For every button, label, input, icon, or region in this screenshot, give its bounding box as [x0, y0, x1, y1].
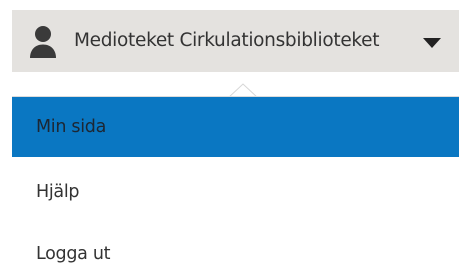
menu-item-min-sida[interactable]: Min sida: [12, 97, 459, 157]
user-icon: [30, 26, 56, 58]
user-menu-screen: Medioteket Cirkulationsbiblioteket Min s…: [0, 0, 459, 278]
menu-item-hjalp[interactable]: Hjälp: [12, 162, 459, 222]
caret-down-icon[interactable]: [423, 38, 441, 48]
user-menu-toggle[interactable]: Medioteket Cirkulationsbiblioteket: [12, 10, 459, 72]
menu-item-logga-ut[interactable]: Logga ut: [12, 224, 459, 278]
user-name-label: Medioteket Cirkulationsbiblioteket: [74, 30, 380, 51]
user-dropdown-menu: Min sida Hjälp Logga ut: [12, 96, 459, 278]
